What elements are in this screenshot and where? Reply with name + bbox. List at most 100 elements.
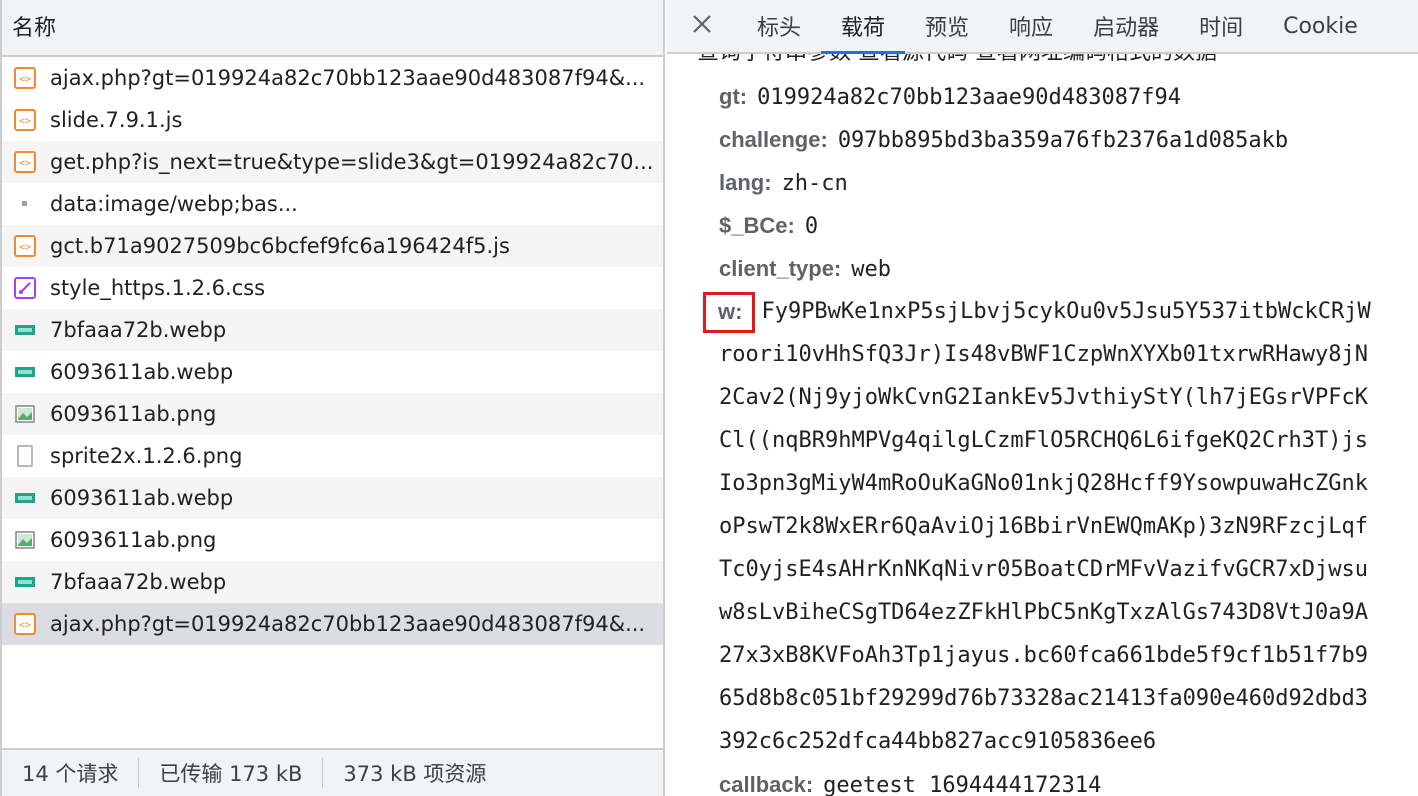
param-row-lang: lang: zh-cn [719,161,1418,204]
request-row[interactable]: 7bfaaa72b.webp [2,309,663,351]
param-row-bce: $_BCe: 0 [719,204,1418,247]
param-value[interactable]: 019924a82c70bb123aae90d483087f94 [757,85,1181,110]
param-value[interactable]: 097bb895bd3ba359a76fb2376a1d085akb [838,128,1288,153]
tab-payload[interactable]: 载荷 [821,0,906,54]
request-row[interactable]: <> get.php?is_next=true&type=slide3&gt=0… [2,141,663,183]
network-request-list-pane: 名称 <> ajax.php?gt=019924a82c70bb123aae90… [0,0,665,796]
image-png-icon [14,403,36,425]
request-row[interactable]: <> ajax.php?gt=019924a82c70bb123aae90d48… [2,57,663,99]
request-row[interactable]: style_https.1.2.6.css [2,267,663,309]
param-key: client_type: [719,256,842,281]
param-value-text[interactable]: Io3pn3gMiyW4mRoOuKaGNo01nkjQ28Hcff9Ysowp… [719,471,1368,496]
param-value-text[interactable]: oPswT2k8WxERr6QaAviOj16BbirVnEWQmAKp)3zN… [719,514,1368,539]
request-name: data:image/webp;bas... [50,192,298,216]
param-row-w: w: Fy9PBwKe1nxP5sjLbvj5cykOu0v5Jsu5Y537it… [703,290,1418,333]
request-name: gct.b71a9027509bc6bcfef9fc6a196424f5.js [50,234,510,258]
request-list: <> ajax.php?gt=019924a82c70bb123aae90d48… [2,57,663,645]
image-webp-icon [14,571,36,593]
dot-icon [14,193,36,215]
param-value-text[interactable]: Tc0yjsE4sAHrKnNKqNivr05BoatCDrMFvVazifvG… [719,557,1368,582]
details-tab-bar: 标头 载荷 预览 响应 启动器 时间 Cookie [667,0,1418,54]
close-icon [691,13,713,39]
param-value[interactable]: 0 [805,214,818,239]
param-value-text[interactable]: Cl((nqBR9hMPVg4qilgLCzmFlO5RCHQ6L6ifgeKQ… [719,428,1368,453]
param-value-line: roori10vHhSfQ3Jr)Is48vBWF1CzpWnXYXb01txr… [719,333,1418,376]
param-key: gt: [719,84,748,109]
request-count: 14 个请求 [22,762,119,786]
param-value-line: 65d8b8c051bf29299d76b73328ac21413fa090e4… [719,677,1418,720]
tab-preview[interactable]: 预览 [905,0,989,52]
script-icon: <> [14,109,36,131]
param-value-line: Io3pn3gMiyW4mRoOuKaGNo01nkjQ28Hcff9Ysowp… [719,462,1418,505]
image-png-icon [14,529,36,551]
param-value-text[interactable]: 27x3xB8KVFoAh3Tp1jayus.bc60fca661bde5f9c… [719,643,1368,668]
request-row[interactable]: 6093611ab.webp [2,477,663,519]
script-icon: <> [14,67,36,89]
param-value-text[interactable]: w8sLvBiheCSgTD64ezZFkHlPbC5nKgTxzAlGs743… [719,600,1368,625]
status-bar: 14 个请求 已传输 173 kB 373 kB 项资源 [2,748,663,796]
tab-cookies[interactable]: Cookie [1263,0,1378,52]
svg-text:<>: <> [19,242,31,253]
payload-parameters: gt: 019924a82c70bb123aae90d483087f94 chal… [703,75,1418,796]
request-name: slide.7.9.1.js [50,108,183,132]
close-details-button[interactable] [667,0,737,52]
param-value-line[interactable]: Fy9PBwKe1nxP5sjLbvj5cykOu0v5Jsu5Y537itbW… [761,299,1370,324]
param-value-line: Tc0yjsE4sAHrKnNKqNivr05BoatCDrMFvVazifvG… [719,548,1418,591]
param-key: w: [718,298,743,324]
request-row[interactable]: <> gct.b71a9027509bc6bcfef9fc6a196424f5.… [2,225,663,267]
request-name: ajax.php?gt=019924a82c70bb123aae90d48308… [50,66,646,90]
param-row-client-type: client_type: web [719,247,1418,290]
script-icon: <> [14,235,36,257]
request-row[interactable]: 6093611ab.webp [2,351,663,393]
param-key: $_BCe: [719,213,795,238]
param-value-line: oPswT2k8WxERr6QaAviOj16BbirVnEWQmAKp)3zN… [719,505,1418,548]
tab-response[interactable]: 响应 [989,0,1073,52]
param-value-line: 2Cav2(Nj9yjoWkCvnG2IankEv5JvthiyStY(lh7j… [719,376,1418,419]
request-row[interactable]: sprite2x.1.2.6.png [2,435,663,477]
request-details-pane: 标头 载荷 预览 响应 启动器 时间 Cookie 查询字符串参数 查看源代码 … [667,0,1418,796]
request-name: ajax.php?gt=019924a82c70bb123aae90d48308… [50,612,646,636]
request-row[interactable]: 6093611ab.png [2,519,663,561]
param-key: challenge: [719,127,828,152]
tab-initiator[interactable]: 启动器 [1073,0,1179,52]
param-value[interactable]: zh-cn [782,171,848,196]
param-value-line: Cl((nqBR9hMPVg4qilgLCzmFlO5RCHQ6L6ifgeKQ… [719,419,1418,462]
param-row-callback: callback: geetest_1694444172314 [719,763,1418,796]
image-webp-icon [14,361,36,383]
image-webp-icon [14,487,36,509]
param-value-text[interactable]: 392c6c252dfca44bb827acc9105836ee6 [719,729,1156,754]
transferred-size: 已传输 173 kB [159,762,303,786]
request-name: 7bfaaa72b.webp [50,570,227,594]
request-name: 6093611ab.png [50,402,217,426]
highlight-box: w: [703,291,756,333]
param-value[interactable]: geetest_1694444172314 [823,773,1101,796]
svg-text:<>: <> [19,620,31,631]
request-name: sprite2x.1.2.6.png [50,444,243,468]
svg-text:<>: <> [19,158,31,169]
script-icon: <> [14,151,36,173]
param-row-gt: gt: 019924a82c70bb123aae90d483087f94 [719,75,1418,118]
param-value[interactable]: web [851,257,891,282]
request-row[interactable]: data:image/webp;bas... [2,183,663,225]
tab-headers[interactable]: 标头 [737,0,821,52]
request-row[interactable]: 7bfaaa72b.webp [2,561,663,603]
param-value-line: 27x3xB8KVFoAh3Tp1jayus.bc60fca661bde5f9c… [719,634,1418,677]
tab-timing[interactable]: 时间 [1179,0,1263,52]
param-value-text[interactable]: roori10vHhSfQ3Jr)Is48vBWF1CzpWnXYXb01txr… [719,342,1368,367]
resource-size: 373 kB 项资源 [343,762,487,786]
svg-text:<>: <> [19,74,31,85]
request-row-selected[interactable]: <> ajax.php?gt=019924a82c70bb123aae90d48… [2,603,663,645]
request-name: 6093611ab.webp [50,360,234,384]
request-name: 7bfaaa72b.webp [50,318,227,342]
request-name: 6093611ab.png [50,528,217,552]
param-key: callback: [719,772,814,796]
request-row[interactable]: <> slide.7.9.1.js [2,99,663,141]
param-value-text[interactable]: 2Cav2(Nj9yjoWkCvnG2IankEv5JvthiyStY(lh7j… [719,385,1368,410]
name-column-header[interactable]: 名称 [2,0,663,57]
param-value-line: w8sLvBiheCSgTD64ezZFkHlPbC5nKgTxzAlGs743… [719,591,1418,634]
request-name: 6093611ab.webp [50,486,234,510]
request-row[interactable]: 6093611ab.png [2,393,663,435]
param-key: lang: [719,170,772,195]
param-value-text[interactable]: 65d8b8c051bf29299d76b73328ac21413fa090e4… [719,686,1368,711]
request-name: get.php?is_next=true&type=slide3&gt=0199… [50,150,654,174]
